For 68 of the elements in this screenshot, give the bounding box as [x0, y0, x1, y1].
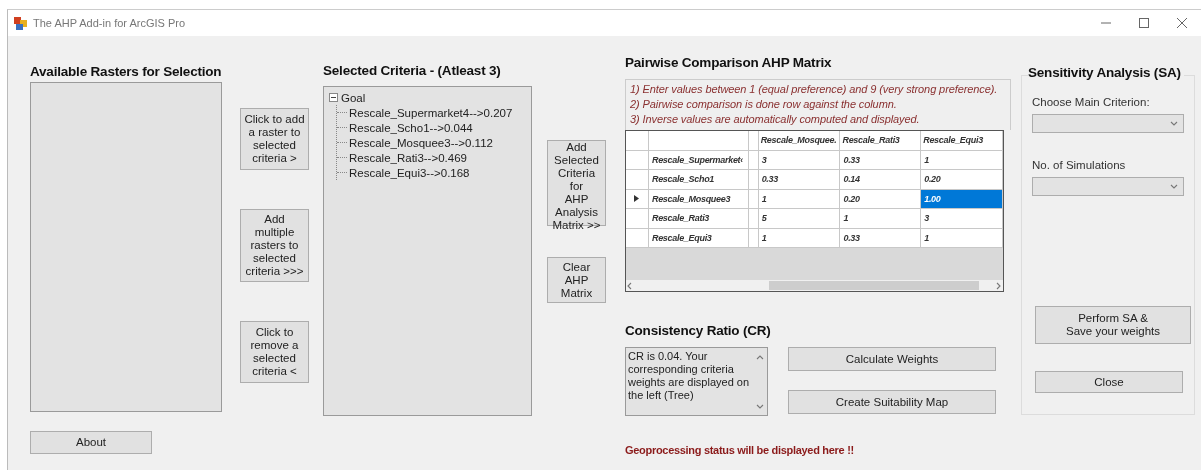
matrix-cell[interactable]: 0.20	[921, 170, 1003, 190]
tree-node[interactable]: Rescale_Mosquee3-->0.112	[349, 136, 493, 149]
criteria-tree[interactable]: Goal Rescale_Supermarket4-->0.207 Rescale_Scho1-->0.044 Rescale_Mosquee3-->0.112 Rescale_Rati3-->0.469 Rescale_Equi3-->0.168	[323, 86, 532, 416]
chevron-down-icon	[1170, 119, 1178, 128]
column-header[interactable]: Rescale_Rati3	[840, 131, 922, 151]
section-heading: Available Rasters for Selection	[30, 64, 222, 81]
dropdown-field[interactable]	[1032, 114, 1184, 133]
row-indicator-cell[interactable]	[626, 228, 649, 248]
matrix-cell[interactable]: 0.33	[758, 170, 841, 190]
action-button[interactable]: Add multiple rasters to selected criteria >>>	[240, 209, 309, 282]
column-header[interactable]: Rescale_Equi3	[921, 131, 1003, 151]
chevron-down-icon	[1170, 182, 1178, 191]
blank-cell	[748, 209, 759, 229]
matrix-cell[interactable]: 1	[921, 150, 1003, 170]
window-title: The AHP Add-in for ArcGIS Pro	[33, 17, 187, 29]
section-heading: Sensitivity Analysis (SA)	[1028, 65, 1184, 83]
action-button[interactable]: Perform SA & Save your weights	[1035, 306, 1191, 344]
field-label: Choose Main Criterion:	[1032, 96, 1151, 108]
instruction-text: 1) Enter values between 1 (equal preference) and 9 (very strong preference).	[630, 82, 999, 97]
matrix-cell[interactable]: 0.14	[840, 170, 922, 190]
app-icon	[14, 16, 27, 30]
action-button[interactable]: Close	[1035, 371, 1183, 393]
action-button[interactable]: Click to add a raster to selected criteria >	[240, 108, 309, 170]
column-header[interactable]: Rescale_Mosquee.	[758, 131, 841, 151]
instruction-text: 3) Inverse values are automatically computed and displayed.	[630, 112, 921, 127]
action-button[interactable]: Clear AHP Matrix	[547, 257, 606, 303]
row-header[interactable]: Rescale_Scho1	[648, 170, 749, 190]
scroll-left-icon	[626, 281, 634, 290]
cr-result-text: CR is 0.04. Your corresponding criteria weights are displayed on the left (Tree)	[628, 350, 751, 403]
matrix-cell[interactable]: 0.20	[840, 189, 922, 209]
status-text: Geoprocessing status will be displayed here !!	[625, 444, 855, 456]
tree-node[interactable]: Rescale_Rati3-->0.469	[349, 151, 467, 164]
blank-cell	[748, 228, 759, 248]
scroll-down-icon	[756, 403, 764, 411]
about-button[interactable]: About	[30, 431, 152, 454]
close-icon	[1177, 18, 1187, 28]
matrix-cell[interactable]: 0.33	[840, 228, 922, 248]
tree-node[interactable]: Rescale_Equi3-->0.168	[349, 166, 470, 179]
action-button[interactable]: Calculate Weights	[788, 347, 996, 371]
row-header[interactable]: Rescale_Rati3	[648, 209, 749, 229]
raster-list[interactable]	[30, 82, 222, 412]
field-label: No. of Simulations	[1032, 159, 1127, 171]
scroll-right-icon	[995, 281, 1003, 290]
instruction-text: 2) Pairwise comparison is done row against the column.	[630, 97, 898, 112]
section-heading: Selected Criteria - (Atleast 3)	[323, 63, 502, 80]
current-row-icon	[634, 195, 640, 203]
row-indicator-cell[interactable]	[626, 170, 649, 190]
action-button[interactable]: Click to remove a selected criteria <	[240, 321, 309, 383]
blank-cell	[748, 170, 759, 190]
horizontal-scrollbar[interactable]	[626, 280, 1003, 291]
tree-node[interactable]: Goal	[341, 91, 366, 104]
matrix-cell[interactable]: 0.33	[840, 150, 922, 170]
cr-result-field[interactable]: CR is 0.04. Your corresponding criteria weights are displayed on the left (Tree)	[625, 347, 768, 416]
row-indicator-cell[interactable]	[626, 209, 649, 229]
tree-node[interactable]: Rescale_Scho1-->0.044	[349, 121, 473, 134]
scroll-up-icon	[756, 354, 764, 362]
tree-node[interactable]: Rescale_Supermarket4-->0.207	[349, 106, 513, 119]
matrix-cell[interactable]: 1.00	[921, 189, 1003, 209]
collapse-icon[interactable]	[329, 93, 338, 102]
matrix-cell[interactable]: 5	[758, 209, 841, 229]
action-button[interactable]: Create Suitability Map	[788, 390, 996, 414]
matrix-cell[interactable]: 1	[921, 228, 1003, 248]
maximize-icon	[1139, 18, 1149, 28]
section-heading: Pairwise Comparison AHP Matrix	[625, 55, 833, 72]
dropdown-field[interactable]	[1032, 177, 1184, 196]
matrix-cell[interactable]: 1	[840, 209, 922, 229]
section-heading: Consistency Ratio (CR)	[625, 323, 772, 340]
matrix-cell[interactable]: 3	[921, 209, 1003, 229]
